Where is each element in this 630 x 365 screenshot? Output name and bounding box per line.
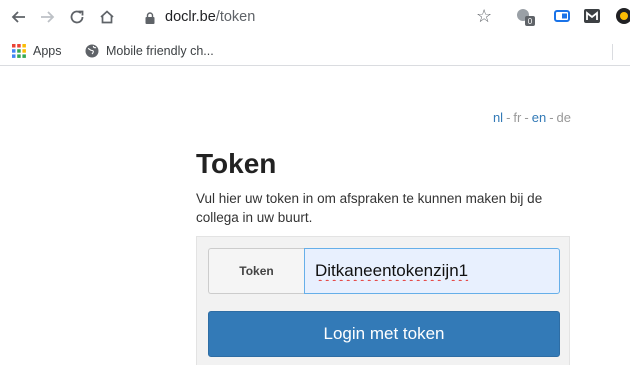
mail-extension-icon[interactable] [583, 7, 601, 25]
apps-grid-icon [12, 44, 26, 58]
lang-separator: - [549, 110, 554, 125]
bookmark-star-icon[interactable]: ☆ [476, 7, 494, 25]
token-input[interactable] [304, 248, 560, 294]
home-icon[interactable] [96, 6, 118, 28]
lang-separator: - [524, 110, 529, 125]
bookmark-apps[interactable]: Apps [12, 42, 62, 60]
lang-link-fr[interactable]: fr [513, 110, 521, 125]
profile-extension-icon[interactable] [615, 7, 630, 25]
extension-icon[interactable]: 0 [515, 7, 535, 26]
bookmarks-divider [612, 44, 613, 60]
back-arrow-icon[interactable] [8, 6, 30, 28]
reload-icon[interactable] [66, 6, 88, 28]
browser-toolbar: doclr.be/token ☆ 0 [0, 0, 630, 36]
url-text: doclr.be/token [165, 9, 256, 25]
address-bar[interactable]: doclr.be/token [134, 4, 504, 32]
intro-text: Vul hier uw token in om afspraken te kun… [196, 191, 543, 225]
login-with-token-button[interactable]: Login met token [208, 311, 560, 357]
token-form-panel: Token Login met token [196, 236, 570, 365]
lang-link-en[interactable]: en [532, 110, 546, 125]
bookmark-label: Apps [33, 44, 62, 58]
token-input-group: Token [208, 248, 560, 294]
extension-badge: 0 [528, 17, 533, 26]
forward-arrow-icon[interactable] [36, 6, 58, 28]
language-switcher: nl - fr - en - de [493, 110, 571, 125]
lang-link-nl[interactable]: nl [493, 110, 503, 125]
token-label: Token [208, 248, 304, 294]
bookmark-mobile-friendly[interactable]: Mobile friendly ch... [85, 42, 214, 60]
bookmark-label: Mobile friendly ch... [106, 44, 214, 58]
extension-card-icon[interactable] [553, 7, 571, 25]
lang-separator: - [506, 110, 511, 125]
page-title: Token [196, 148, 277, 179]
bookmarks-bar: Apps Mobile friendly ch... [0, 36, 630, 66]
lock-icon [145, 12, 155, 24]
lang-link-de[interactable]: de [557, 110, 571, 125]
globe-icon [85, 44, 99, 58]
